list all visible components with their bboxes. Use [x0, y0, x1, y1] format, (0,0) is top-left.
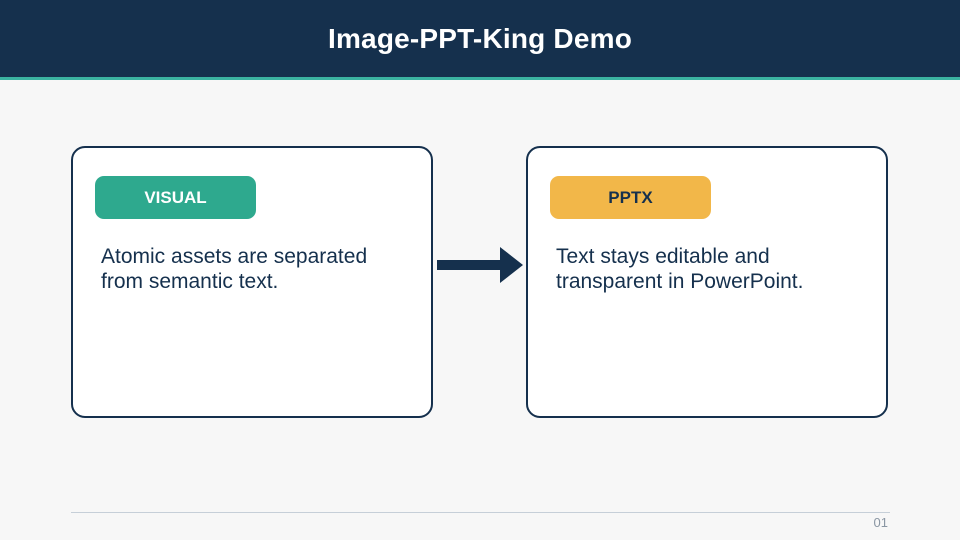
- page-number: 01: [873, 515, 888, 530]
- pptx-card-text: Text stays editable and transparent in P…: [556, 245, 804, 293]
- visual-card-text: Atomic assets are separated from semanti…: [101, 245, 368, 293]
- header-bar: Image-PPT-King Demo: [0, 0, 960, 80]
- visual-badge: VISUAL: [95, 176, 256, 219]
- pptx-badge: PPTX: [550, 176, 711, 219]
- visual-card: VISUAL Atomic assets are separated from …: [71, 146, 433, 418]
- footer-divider: [71, 512, 890, 513]
- pptx-card: PPTX Text stays editable and transparent…: [526, 146, 888, 418]
- arrow-right-icon: [437, 247, 523, 283]
- slide-title: Image-PPT-King Demo: [327, 22, 633, 54]
